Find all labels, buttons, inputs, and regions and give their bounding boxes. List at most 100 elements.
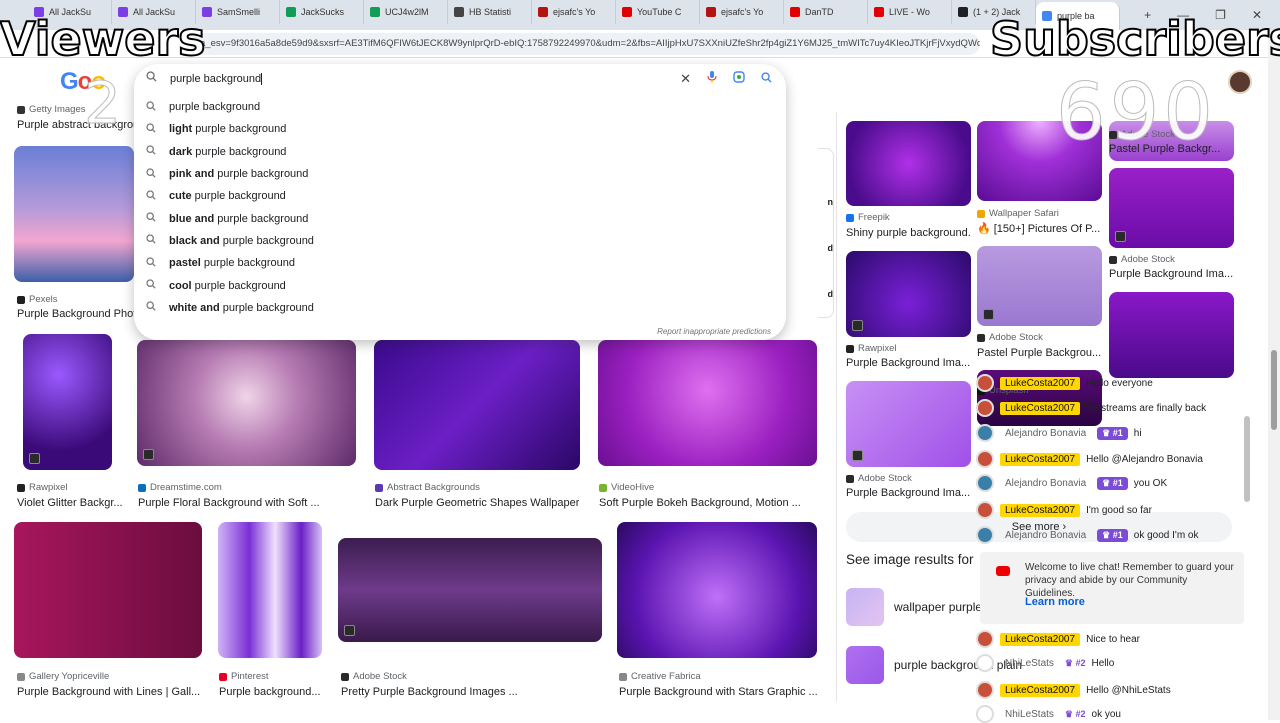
result-image[interactable] bbox=[598, 340, 817, 466]
clear-icon[interactable]: ✕ bbox=[680, 71, 691, 87]
panel-source[interactable]: Adobe Stock bbox=[846, 473, 912, 484]
result-source[interactable]: Creative Fabrica bbox=[619, 671, 701, 682]
result-image[interactable] bbox=[14, 146, 134, 282]
collection-icon bbox=[29, 453, 40, 464]
panel-caption[interactable]: 🔥 [150+] Pictures Of P... bbox=[977, 222, 1100, 235]
panel-caption[interactable]: Purple Background Ima... bbox=[846, 487, 970, 499]
panel-caption[interactable]: Purple Background Ima... bbox=[846, 357, 970, 369]
browser-tab[interactable]: ejsafc's Yo bbox=[700, 0, 784, 24]
browser-tab[interactable]: SamSmelli bbox=[196, 0, 280, 24]
suggestion-item[interactable]: light purple background bbox=[134, 118, 786, 140]
microphone-icon[interactable] bbox=[707, 71, 717, 87]
chat-author[interactable]: LukeCosta2007 bbox=[1000, 503, 1081, 517]
result-image[interactable] bbox=[374, 340, 580, 470]
learn-more-link[interactable]: Learn more bbox=[1025, 596, 1085, 608]
chat-author[interactable]: LukeCosta2007 bbox=[1000, 376, 1081, 390]
suggestion-item[interactable]: blue and purple background bbox=[134, 207, 786, 229]
source-name: Abstract Backgrounds bbox=[387, 482, 480, 493]
search-icon bbox=[146, 257, 164, 270]
chat-author[interactable]: Alejandro Bonavia bbox=[1000, 427, 1091, 440]
browser-tab[interactable]: HB Statisti bbox=[448, 0, 532, 24]
lens-camera-icon[interactable] bbox=[733, 71, 745, 87]
suggestion-item[interactable]: black and purple background bbox=[134, 230, 786, 252]
chat-author[interactable]: LukeCosta2007 bbox=[1000, 632, 1081, 646]
result-image[interactable] bbox=[338, 538, 602, 642]
search-submit-icon[interactable] bbox=[761, 71, 772, 87]
panel-caption[interactable]: Purple Background Ima... bbox=[1109, 268, 1233, 280]
result-caption[interactable]: Purple Floral Background with Soft ... bbox=[138, 497, 320, 509]
result-image[interactable] bbox=[137, 340, 356, 466]
related-search-item[interactable]: wallpaper purple bbox=[846, 588, 982, 626]
result-source[interactable]: Rawpixel bbox=[17, 482, 68, 493]
result-source[interactable]: Pinterest bbox=[219, 671, 269, 682]
result-image[interactable] bbox=[617, 522, 817, 658]
chat-author[interactable]: LukeCosta2007 bbox=[1000, 683, 1081, 697]
filter-rail: n d d bbox=[818, 148, 834, 318]
collection-icon bbox=[852, 320, 863, 331]
panel-image[interactable] bbox=[1109, 168, 1234, 248]
result-source[interactable]: VideoHive bbox=[599, 482, 654, 493]
chat-author[interactable]: Alejandro Bonavia bbox=[1000, 477, 1091, 490]
panel-source[interactable]: Rawpixel bbox=[846, 343, 897, 354]
page-scrollbar[interactable] bbox=[1268, 30, 1280, 720]
result-caption[interactable]: Purple Background with Stars Graphic ... bbox=[619, 686, 818, 698]
account-avatar[interactable] bbox=[1228, 70, 1252, 94]
suggestion-item[interactable]: cool purple background bbox=[134, 274, 786, 296]
suggestion-item[interactable]: dark purple background bbox=[134, 141, 786, 163]
suggestion-rest: purple background bbox=[192, 145, 287, 158]
search-input[interactable]: purple background bbox=[146, 70, 263, 88]
suggestion-item[interactable]: pastel purple background bbox=[134, 252, 786, 274]
panel-image[interactable] bbox=[977, 246, 1102, 326]
result-source[interactable]: Adobe Stock bbox=[341, 671, 407, 682]
source-name: Adobe Stock bbox=[858, 473, 912, 484]
chat-author[interactable]: LukeCosta2007 bbox=[1000, 401, 1081, 415]
panel-caption[interactable]: Shiny purple background... bbox=[846, 227, 971, 239]
chat-avatar bbox=[976, 526, 994, 544]
result-caption[interactable]: Violet Glitter Backgr... bbox=[17, 497, 123, 509]
panel-source[interactable]: Wallpaper Safari bbox=[977, 208, 1059, 219]
browser-tab[interactable]: DanTD bbox=[784, 0, 868, 24]
result-image[interactable] bbox=[14, 522, 202, 658]
result-caption[interactable]: Dark Purple Geometric Shapes Wallpaper bbox=[375, 497, 579, 509]
panel-caption[interactable]: Pastel Purple Backgrou... bbox=[977, 347, 1101, 359]
source-name: Dreamstime.com bbox=[150, 482, 222, 493]
result-source[interactable]: Gallery Yopriceville bbox=[17, 671, 109, 682]
chat-author[interactable]: Alejandro Bonavia bbox=[1000, 529, 1091, 542]
result-caption[interactable]: Purple background... bbox=[219, 686, 321, 698]
result-image[interactable] bbox=[218, 522, 322, 658]
result-caption[interactable]: Purple Background with Lines | Gall... bbox=[17, 686, 200, 698]
panel-source[interactable]: Adobe Stock bbox=[1109, 254, 1175, 265]
result-caption[interactable]: Pretty Purple Background Images ... bbox=[341, 686, 518, 698]
suggestion-item[interactable]: pink and purple background bbox=[134, 163, 786, 185]
chat-author[interactable]: NhiLeStats bbox=[1000, 657, 1059, 670]
result-image[interactable] bbox=[23, 334, 112, 470]
browser-tab[interactable]: ejsafc's Yo bbox=[532, 0, 616, 24]
chat-author[interactable]: LukeCosta2007 bbox=[1000, 452, 1081, 466]
browser-tab[interactable]: LIVE - Wo bbox=[868, 0, 952, 24]
report-predictions-link[interactable]: Report inappropriate predictions bbox=[657, 327, 771, 336]
suggestion-item[interactable]: white and purple background bbox=[134, 297, 786, 319]
suggestion-item[interactable]: purple background bbox=[134, 96, 786, 118]
panel-image[interactable] bbox=[846, 121, 971, 206]
chat-message: LukeCosta2007 Hello @NhiLeStats bbox=[976, 681, 1246, 699]
result-source[interactable]: Abstract Backgrounds bbox=[375, 482, 480, 493]
chat-author[interactable]: NhiLeStats bbox=[1000, 708, 1059, 721]
browser-tab[interactable]: UCJ4w2lM bbox=[364, 0, 448, 24]
notice-text: Welcome to live chat! Remember to guard … bbox=[1025, 562, 1234, 599]
url-field[interactable]: a_esv=9f3016a5a8de59d9&sxsrf=AE3TifM6QFI… bbox=[190, 32, 980, 55]
panel-source[interactable]: Freepik bbox=[846, 212, 890, 223]
panel-image[interactable] bbox=[846, 251, 971, 337]
panel-source[interactable]: Adobe Stock bbox=[977, 332, 1043, 343]
result-caption[interactable]: Purple Background Photos bbox=[17, 308, 135, 320]
browser-tab[interactable]: YouTube C bbox=[616, 0, 700, 24]
panel-image[interactable] bbox=[1109, 292, 1234, 378]
suggestion-item[interactable]: cute purple background bbox=[134, 185, 786, 207]
chat-message: LukeCosta2007 Hello @Alejandro Bonavia bbox=[976, 450, 1246, 468]
result-source[interactable]: Getty Images bbox=[17, 104, 86, 115]
result-caption[interactable]: Soft Purple Bokeh Background, Motion ... bbox=[599, 497, 801, 509]
result-source[interactable]: Dreamstime.com bbox=[138, 482, 222, 493]
scroll-thumb[interactable] bbox=[1271, 350, 1277, 430]
browser-tab[interactable]: JackSucks bbox=[280, 0, 364, 24]
panel-image[interactable] bbox=[846, 381, 971, 467]
result-source[interactable]: Pexels bbox=[17, 294, 58, 305]
